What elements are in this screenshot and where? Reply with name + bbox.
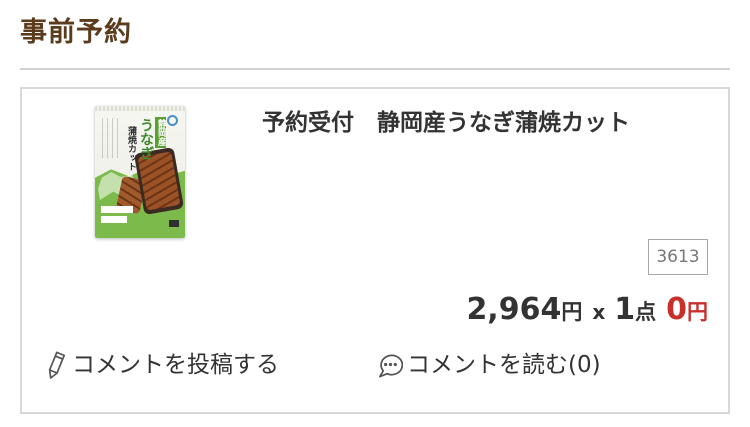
- package-info-box: [101, 206, 133, 213]
- unit-price-currency: 円: [561, 300, 583, 324]
- package-logo-icon: [167, 115, 178, 126]
- package-fine-print: [102, 118, 118, 158]
- unit-price: 2,964: [466, 292, 562, 327]
- product-image[interactable]: 静岡産 うなぎ 蒲焼カット: [95, 106, 185, 238]
- package-subtitle-label: 蒲焼カット: [126, 126, 136, 171]
- post-comment-label: コメントを投稿する: [72, 352, 279, 378]
- post-comment-link[interactable]: コメントを投稿する: [45, 350, 279, 380]
- multiply-sign: x: [592, 300, 606, 324]
- section-title: 事前予約: [20, 17, 132, 48]
- preorder-item-card: 静岡産 うなぎ 蒲焼カット 予約受付 静岡産うなぎ蒲焼カット 3613 2,96…: [20, 87, 730, 414]
- speech-bubble-icon: [376, 352, 404, 379]
- subtotal-currency: 円: [687, 300, 708, 324]
- read-comments-label: コメントを読む(0): [407, 352, 601, 378]
- package-name-label: うなぎ: [138, 118, 154, 160]
- price-row: 2,964 円 x 1 点 0 円: [466, 288, 708, 332]
- package-origin-label: 静岡産: [155, 117, 166, 148]
- package-info-box: [101, 216, 127, 223]
- read-comments-link[interactable]: コメントを読む(0): [376, 350, 601, 380]
- subtotal: 0: [666, 292, 687, 327]
- quantity-unit: 点: [635, 300, 657, 324]
- package-tag: [169, 220, 179, 227]
- product-package: 静岡産 うなぎ 蒲焼カット: [95, 106, 185, 238]
- product-code-badge: 3613: [648, 239, 708, 275]
- product-title[interactable]: 予約受付 静岡産うなぎ蒲焼カット: [262, 108, 630, 138]
- package-crimp: [95, 106, 185, 111]
- quantity: 1: [614, 292, 636, 327]
- section-divider: [20, 68, 730, 70]
- pencil-icon: [45, 350, 67, 380]
